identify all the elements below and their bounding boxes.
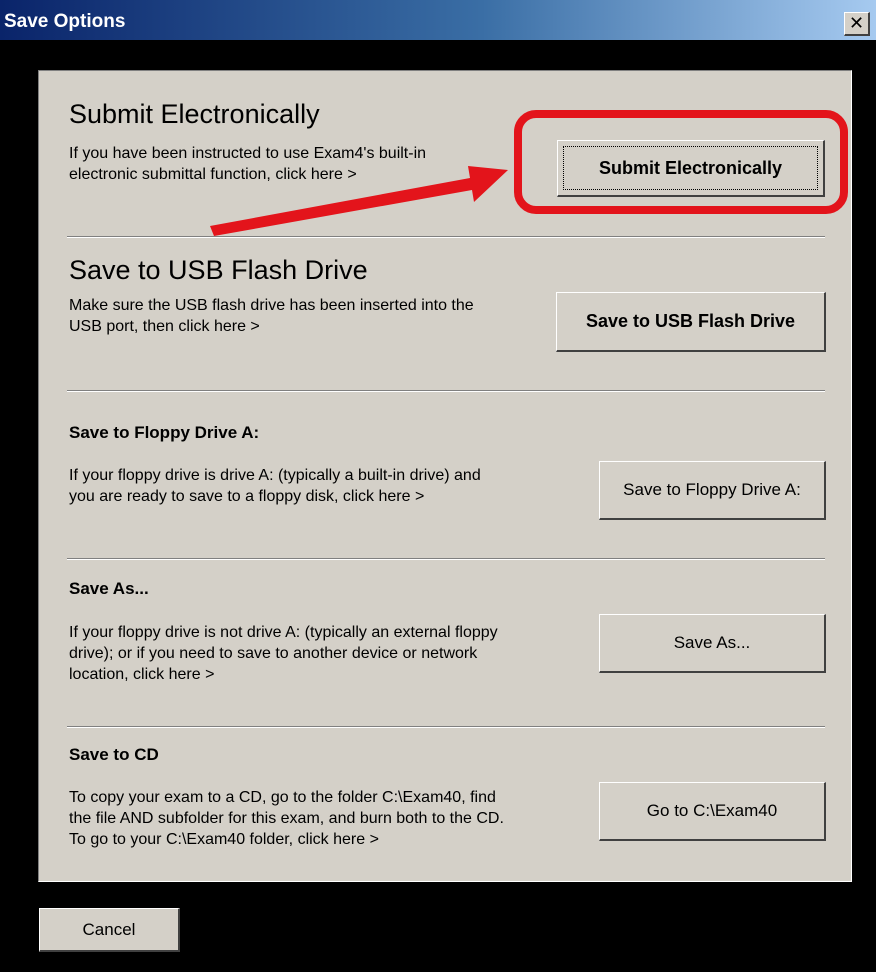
save-options-window: Save Options ✕ Submit Electronically If …	[0, 0, 876, 972]
arrow-icon	[210, 166, 508, 236]
arrow-annotation	[210, 166, 508, 236]
